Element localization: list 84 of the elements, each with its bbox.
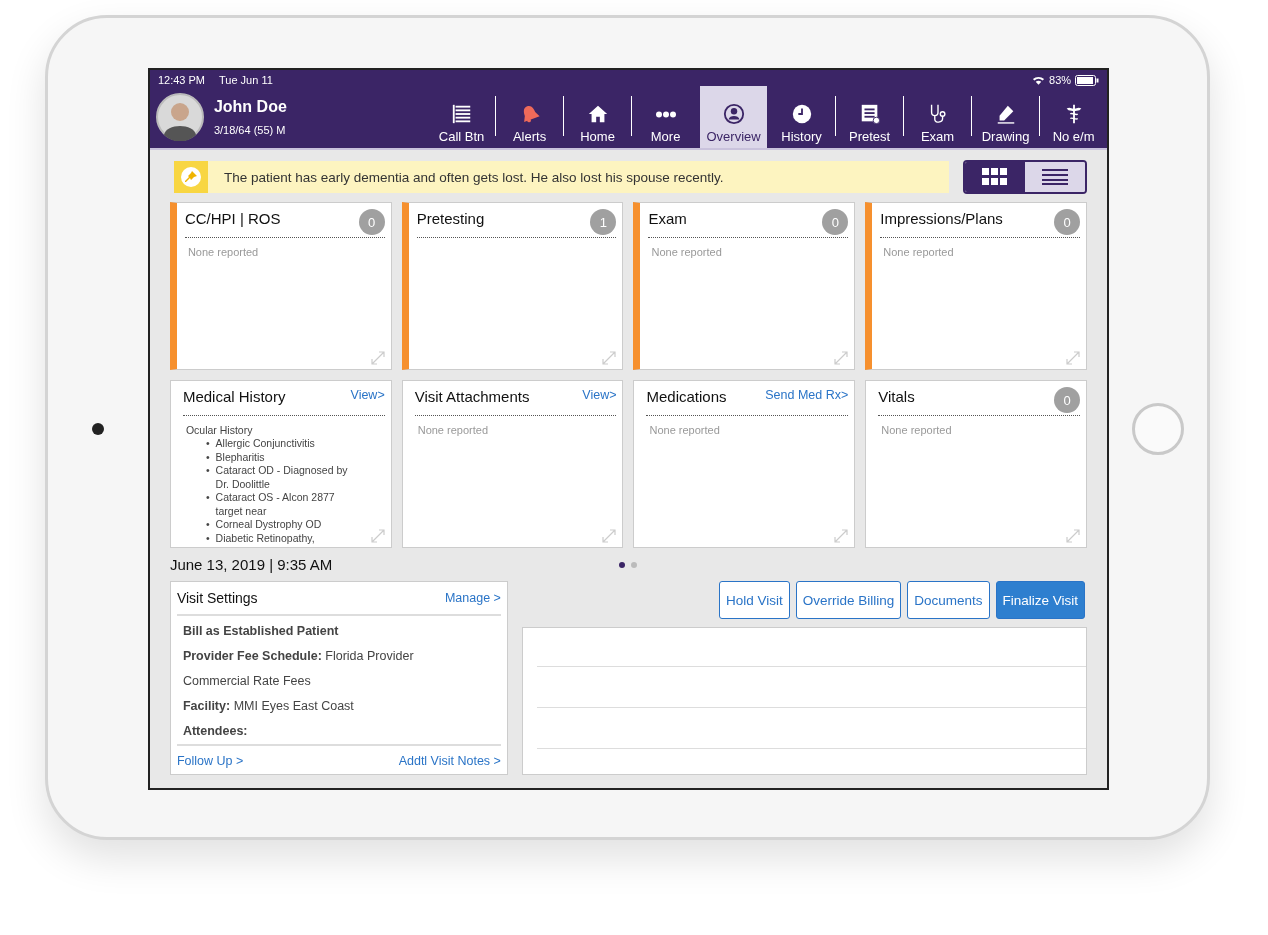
card-title: CC/HPI | ROS: [184, 209, 281, 227]
setting-line: Bill as Established Patient: [181, 623, 340, 640]
count-badge: 0: [358, 209, 385, 235]
history-item: • Blepharitis: [205, 450, 265, 464]
expand-icon[interactable]: [834, 529, 849, 543]
battery-level: 83%: [1049, 74, 1072, 86]
camera-icon: [91, 423, 104, 435]
home-button[interactable]: [1132, 403, 1185, 455]
grid-view-button[interactable]: [965, 162, 1026, 192]
nav-tab[interactable]: Drawing: [972, 86, 1040, 148]
nav-tab[interactable]: Home: [564, 86, 632, 148]
grid-icon: [982, 168, 1009, 186]
action-button[interactable]: Hold Visit: [718, 581, 790, 619]
card-link[interactable]: View>: [350, 387, 385, 402]
action-button[interactable]: Documents: [907, 581, 990, 619]
expand-icon[interactable]: [370, 351, 385, 365]
action-button[interactable]: Override Billing: [795, 581, 902, 619]
more-icon: [654, 110, 677, 118]
nav-tab[interactable]: More: [632, 86, 700, 148]
empty-text: None reported: [648, 424, 721, 436]
history-item: • Cataract OS - Alcon 2877 target near: [205, 491, 336, 518]
empty-text: None reported: [882, 246, 955, 258]
card-title: Vitals: [878, 387, 915, 405]
card-link[interactable]: View>: [582, 387, 617, 402]
visit-date: June 13, 2019 | 9:35 AM: [169, 556, 333, 573]
count-badge: 0: [822, 209, 849, 235]
follow-up-link[interactable]: Follow Up >: [176, 754, 244, 768]
flag-icon: [450, 103, 473, 125]
empty-text: None reported: [880, 424, 953, 436]
card-title: Exam: [648, 209, 687, 227]
expand-icon[interactable]: [834, 351, 849, 365]
home-icon: [586, 103, 609, 125]
history-item: • Cataract OD - Diagnosed by Dr. Doolittle: [205, 464, 349, 491]
setting-line: Commercial Rate Fees: [181, 673, 312, 690]
setting-line: Facility: MMI Eyes East Coast: [181, 698, 355, 715]
nav-tab[interactable]: History: [768, 86, 836, 148]
status-date: Tue Jun 11: [219, 74, 273, 86]
card-link[interactable]: Send Med Rx>: [765, 387, 849, 402]
setting-line: Provider Fee Schedule: Florida Provider: [181, 648, 415, 665]
avatar: [155, 93, 204, 141]
history-item: • Corneal Dystrophy OD: [205, 518, 322, 532]
person-icon: [722, 103, 745, 125]
page-dot[interactable]: [619, 561, 626, 568]
card-title: Medical History: [182, 387, 286, 405]
card-title: Visit Attachments: [414, 387, 530, 405]
nav-tab[interactable]: Exam: [904, 86, 972, 148]
patient-name: John Doe: [213, 98, 287, 116]
count-badge: 0: [1054, 387, 1081, 413]
history-item: • Diabetic Retinopathy,: [205, 531, 315, 545]
pin-icon: [179, 166, 202, 188]
patient-details: 3/18/64 (55) M: [213, 124, 287, 136]
clock-icon: [790, 103, 813, 125]
card-title: Impressions/Plans: [880, 209, 1003, 227]
wifi-icon: [1032, 75, 1046, 85]
expand-icon[interactable]: [1066, 351, 1081, 365]
expand-icon[interactable]: [1066, 529, 1081, 543]
visit-notes-link[interactable]: Addtl Visit Notes >: [398, 754, 501, 768]
nav-tab[interactable]: Call Btn: [428, 86, 496, 148]
alert-text: The patient has early dementia and often gets lost. He also lost his spouse recently.: [222, 169, 724, 185]
nav-tab[interactable]: Pretest: [836, 86, 904, 148]
expand-icon[interactable]: [370, 529, 385, 543]
expand-icon[interactable]: [602, 529, 617, 543]
list-icon: [1042, 169, 1069, 185]
history-item: • Allergic Conjunctivitis: [205, 437, 315, 451]
list-view-button[interactable]: [1025, 162, 1086, 192]
nav-tab[interactable]: Overview: [700, 86, 768, 148]
card-title: Pretesting: [416, 209, 485, 227]
card-title: Visit Settings: [176, 590, 258, 606]
card-title: Medications: [646, 387, 727, 405]
setting-line: Attendees:: [181, 723, 249, 740]
empty-text: None reported: [650, 246, 723, 258]
empty-text: None reported: [186, 246, 260, 258]
nav-tab[interactable]: No e/m: [1040, 86, 1108, 148]
nav-tab[interactable]: Alerts: [496, 86, 564, 148]
list-heading: Ocular History: [185, 424, 254, 437]
manage-link[interactable]: Manage >: [444, 591, 501, 605]
status-time: 12:43 PM: [157, 74, 205, 86]
count-badge: 0: [1054, 209, 1081, 235]
battery-icon: [1075, 74, 1100, 86]
page-dot[interactable]: [631, 561, 638, 568]
expand-icon[interactable]: [602, 351, 617, 365]
count-badge: 1: [590, 209, 617, 235]
action-button[interactable]: Finalize Visit: [995, 581, 1086, 619]
empty-text: None reported: [416, 424, 489, 436]
